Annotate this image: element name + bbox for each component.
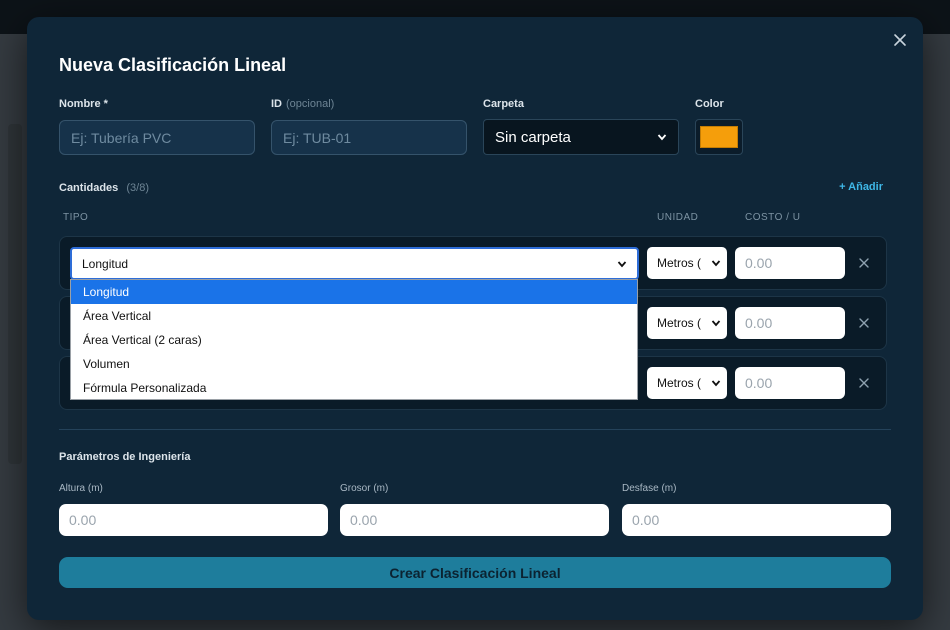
- dropdown-option-area-vertical-2-caras[interactable]: Área Vertical (2 caras): [71, 328, 637, 352]
- unidad-value: Metros (: [657, 376, 702, 390]
- desfase-label: Desfase (m): [622, 483, 677, 494]
- unidad-select[interactable]: Metros (: [647, 247, 727, 279]
- chevron-down-icon: [657, 134, 667, 141]
- altura-input[interactable]: 0.00: [59, 504, 328, 536]
- chevron-down-icon: [711, 380, 721, 387]
- tipo-select[interactable]: Longitud: [70, 247, 639, 280]
- backdrop-ghost-panel: [8, 124, 22, 464]
- engineering-title: Parámetros de Ingeniería: [59, 451, 191, 463]
- id-optional-hint: (opcional): [286, 98, 335, 110]
- carpeta-value: Sin carpeta: [495, 128, 571, 146]
- chevron-down-icon: [617, 260, 627, 267]
- grosor-input[interactable]: 0.00: [340, 504, 609, 536]
- nombre-label: Nombre *: [59, 98, 108, 110]
- color-swatch: [700, 126, 738, 148]
- nombre-placeholder: Ej: Tubería PVC: [71, 129, 172, 146]
- remove-row-icon[interactable]: [857, 376, 871, 390]
- costo-placeholder: 0.00: [745, 375, 773, 391]
- costo-input[interactable]: 0.00: [735, 367, 845, 399]
- carpeta-label: Carpeta: [483, 98, 524, 110]
- tipo-value: Longitud: [82, 256, 129, 271]
- unidad-value: Metros (: [657, 316, 702, 330]
- color-picker[interactable]: [695, 119, 743, 155]
- dropdown-option-formula-personalizada[interactable]: Fórmula Personalizada: [71, 376, 637, 400]
- cantidades-count: (3/8): [126, 182, 149, 194]
- dropdown-option-longitud[interactable]: Longitud: [71, 280, 637, 304]
- grosor-label: Grosor (m): [340, 483, 389, 494]
- desfase-input[interactable]: 0.00: [622, 504, 891, 536]
- section-divider: [59, 429, 891, 430]
- costo-placeholder: 0.00: [745, 255, 773, 271]
- dropdown-option-volumen[interactable]: Volumen: [71, 352, 637, 376]
- tipo-dropdown-list: Longitud Área Vertical Área Vertical (2 …: [70, 279, 638, 400]
- column-header-tipo: TIPO: [63, 212, 89, 223]
- cantidades-header: Cantidades (3/8): [59, 182, 149, 194]
- cantidades-label: Cantidades: [59, 182, 119, 194]
- altura-placeholder: 0.00: [69, 512, 97, 528]
- column-header-costo: COSTO / U: [745, 212, 801, 223]
- remove-row-icon[interactable]: [857, 256, 871, 270]
- add-quantity-button[interactable]: + Añadir: [839, 181, 883, 193]
- dropdown-option-area-vertical[interactable]: Área Vertical: [71, 304, 637, 328]
- id-label: ID: [271, 98, 282, 110]
- nombre-input[interactable]: Ej: Tubería PVC: [59, 120, 255, 155]
- color-label: Color: [695, 98, 724, 110]
- carpeta-select[interactable]: Sin carpeta: [483, 119, 679, 155]
- altura-label: Altura (m): [59, 483, 103, 494]
- close-icon[interactable]: [891, 31, 909, 49]
- create-classification-button[interactable]: Crear Clasificación Lineal: [59, 557, 891, 588]
- costo-input[interactable]: 0.00: [735, 247, 845, 279]
- chevron-down-icon: [711, 320, 721, 327]
- chevron-down-icon: [711, 260, 721, 267]
- costo-input[interactable]: 0.00: [735, 307, 845, 339]
- classification-modal: Nueva Clasificación Lineal Nombre * ID (o…: [27, 17, 923, 620]
- remove-row-icon[interactable]: [857, 316, 871, 330]
- desfase-placeholder: 0.00: [632, 512, 660, 528]
- id-input[interactable]: Ej: TUB-01: [271, 120, 467, 155]
- unidad-select[interactable]: Metros (: [647, 367, 727, 399]
- unidad-value: Metros (: [657, 256, 702, 270]
- id-placeholder: Ej: TUB-01: [283, 129, 352, 146]
- grosor-placeholder: 0.00: [350, 512, 378, 528]
- id-label-group: ID (opcional): [271, 98, 334, 110]
- column-header-unidad: UNIDAD: [657, 212, 699, 223]
- unidad-select[interactable]: Metros (: [647, 307, 727, 339]
- costo-placeholder: 0.00: [745, 315, 773, 331]
- modal-title: Nueva Clasificación Lineal: [59, 55, 287, 75]
